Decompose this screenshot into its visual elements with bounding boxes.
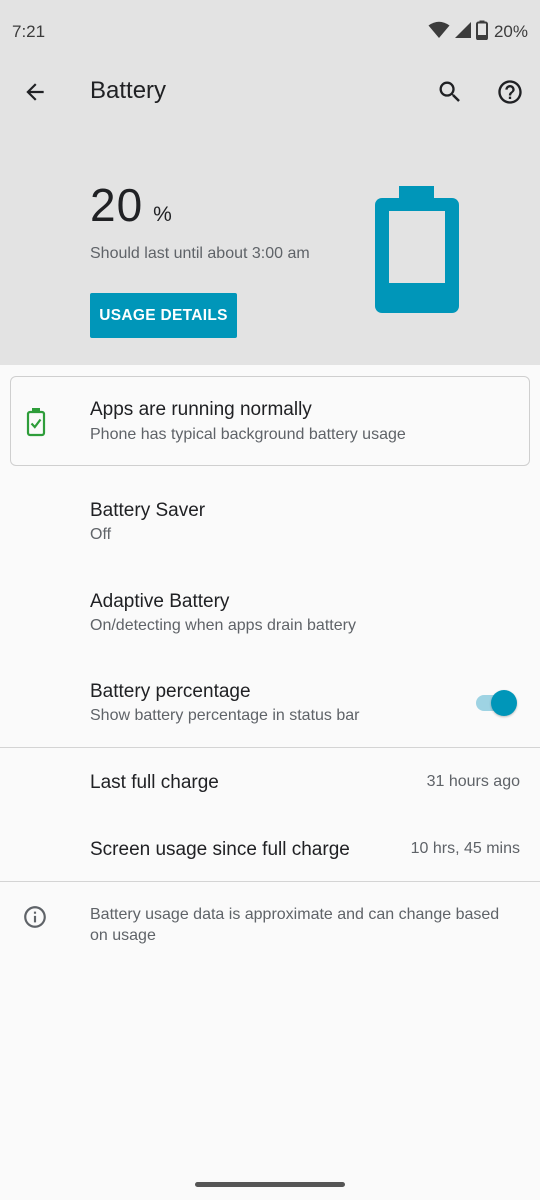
- status-icons: 20%: [428, 20, 528, 44]
- search-icon: [439, 81, 460, 102]
- navigation-handle[interactable]: [195, 1182, 345, 1187]
- adaptive-battery-summary: On/detecting when apps drain battery: [90, 617, 356, 634]
- usage-details-button[interactable]: USAGE DETAILS: [90, 293, 237, 338]
- last-full-charge-row: Last full charge 31 hours ago: [0, 752, 540, 812]
- arrow-back-icon: [26, 83, 44, 101]
- battery-saver-summary: Off: [90, 526, 112, 543]
- page-title: Battery: [90, 77, 167, 104]
- help-button[interactable]: [486, 68, 534, 116]
- screen-usage-row: Screen usage since full charge 10 hrs, 4…: [0, 819, 540, 879]
- toggle-thumb: [491, 690, 517, 716]
- tip-subtitle: Phone has typical background battery usa…: [90, 426, 406, 443]
- wifi-icon: [428, 21, 450, 44]
- adaptive-battery-title: Adaptive Battery: [90, 591, 230, 612]
- battery-level: 20 %: [90, 178, 172, 232]
- battery-level-value: 20: [90, 179, 144, 231]
- battery-ok-icon: [26, 408, 46, 437]
- status-bar: 7:21 20%: [0, 0, 540, 64]
- battery-icon: [475, 20, 488, 45]
- adaptive-battery-item[interactable]: Adaptive Battery On/detecting when apps …: [0, 571, 540, 657]
- tip-title: Apps are running normally: [90, 399, 312, 420]
- divider: [0, 747, 540, 748]
- battery-estimate: Should last until about 3:00 am: [90, 245, 310, 262]
- screen-usage-label: Screen usage since full charge: [90, 839, 350, 860]
- back-button[interactable]: [13, 68, 57, 116]
- battery-percentage-summary: Show battery percentage in status bar: [90, 707, 360, 724]
- last-full-charge-label: Last full charge: [90, 772, 219, 793]
- screen-usage-value: 10 hrs, 45 mins: [410, 840, 520, 857]
- search-button[interactable]: [426, 68, 474, 116]
- battery-saver-item[interactable]: Battery Saver Off: [0, 480, 540, 566]
- battery-tip-card[interactable]: Apps are running normally Phone has typi…: [10, 376, 530, 466]
- battery-saver-title: Battery Saver: [90, 500, 206, 521]
- footer-note: Battery usage data is approximate and ca…: [90, 906, 500, 944]
- battery-level-icon: [375, 186, 459, 313]
- status-battery-percent: 20%: [493, 22, 528, 41]
- info-icon: [24, 906, 46, 928]
- status-time: 7:21: [12, 22, 46, 41]
- battery-level-unit: %: [153, 203, 172, 226]
- help-icon: [498, 80, 522, 104]
- divider: [0, 881, 540, 882]
- last-full-charge-value: 31 hours ago: [426, 773, 520, 790]
- app-bar: Battery: [0, 64, 540, 120]
- battery-percentage-toggle[interactable]: [474, 690, 518, 716]
- cell-signal-icon: [454, 21, 472, 44]
- battery-percentage-title: Battery percentage: [90, 681, 251, 702]
- battery-percentage-item[interactable]: Battery percentage Show battery percenta…: [0, 661, 540, 747]
